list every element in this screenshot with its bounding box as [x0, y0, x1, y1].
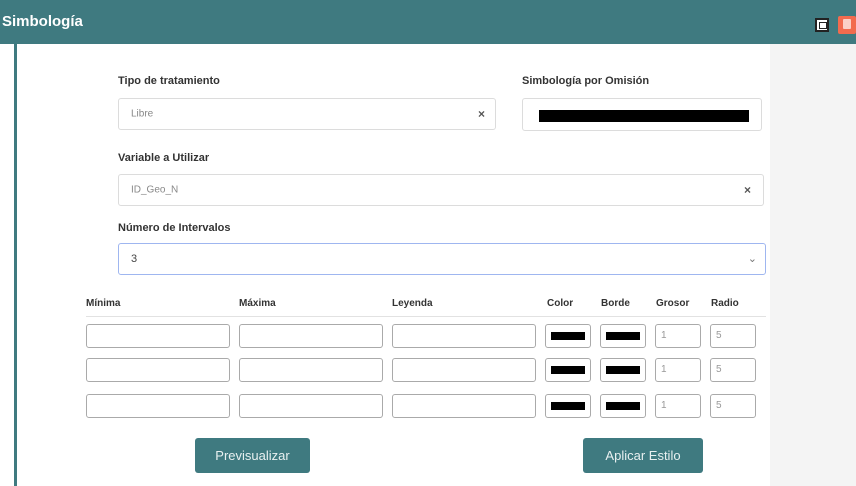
col-header-borde: Borde: [601, 298, 630, 309]
row-3-color-swatch: [551, 402, 585, 410]
variable-label: Variable a Utilizar: [118, 152, 210, 164]
preview-button[interactable]: Previsualizar: [195, 438, 310, 473]
row-3-radio-input[interactable]: 5: [710, 394, 756, 418]
row-3-leyenda-input[interactable]: [392, 394, 536, 418]
chevron-down-icon: ⌄: [747, 253, 757, 265]
title-bar[interactable]: Simbología: [0, 0, 856, 44]
row-1-color-picker[interactable]: [545, 324, 591, 348]
row-2-radio-input[interactable]: 5: [710, 358, 756, 382]
row-1-borde-picker[interactable]: [600, 324, 646, 348]
default-symbol-color: [539, 110, 749, 122]
variable-value: ID_Geo_N: [131, 184, 179, 196]
right-panel-shade: [770, 44, 856, 486]
clear-variable-icon[interactable]: ×: [744, 183, 751, 197]
row-1-leyenda-input[interactable]: [392, 324, 536, 348]
row-3-borde-picker[interactable]: [600, 394, 646, 418]
col-header-radio: Radio: [711, 298, 739, 309]
table-header-divider: [86, 316, 766, 317]
row-1-radio-input[interactable]: 5: [710, 324, 756, 348]
variable-select[interactable]: ID_Geo_N ×: [118, 174, 764, 206]
row-3-grosor-value: 1: [661, 400, 667, 411]
row-2-grosor-input[interactable]: 1: [655, 358, 701, 382]
intervalos-select[interactable]: 3 ⌄: [118, 243, 766, 275]
row-2-borde-picker[interactable]: [600, 358, 646, 382]
row-2-color-picker[interactable]: [545, 358, 591, 382]
tipo-tratamiento-value: Libre: [131, 108, 154, 120]
dialog-title: Simbología: [2, 13, 83, 30]
tipo-tratamiento-select[interactable]: Libre ×: [118, 98, 496, 130]
restore-window-icon[interactable]: [815, 18, 829, 32]
row-3-radio-value: 5: [716, 400, 722, 411]
col-header-color: Color: [547, 298, 574, 309]
col-header-grosor: Grosor: [656, 298, 690, 309]
row-1-radio-value: 5: [716, 330, 722, 341]
left-border: [14, 44, 17, 486]
row-1-minima-input[interactable]: [86, 324, 230, 348]
row-2-color-swatch: [551, 366, 585, 374]
col-header-leyenda: Leyenda: [392, 298, 433, 309]
row-2-borde-swatch: [606, 366, 640, 374]
intervalos-label: Número de Intervalos: [118, 222, 231, 234]
row-1-grosor-value: 1: [661, 330, 667, 341]
row-1-maxima-input[interactable]: [239, 324, 383, 348]
row-1-borde-swatch: [606, 332, 640, 340]
symbology-dialog: Simbología Tipo de tratamiento Libre × S…: [0, 0, 856, 486]
close-window-icon[interactable]: [838, 16, 856, 34]
tipo-tratamiento-label: Tipo de tratamiento: [118, 75, 220, 87]
col-header-maxima: Máxima: [239, 298, 276, 309]
row-2-radio-value: 5: [716, 364, 722, 375]
row-2-grosor-value: 1: [661, 364, 667, 375]
clear-tipo-icon[interactable]: ×: [478, 107, 485, 121]
row-2-leyenda-input[interactable]: [392, 358, 536, 382]
row-1-color-swatch: [551, 332, 585, 340]
row-3-color-picker[interactable]: [545, 394, 591, 418]
col-header-minima: Mínima: [86, 298, 121, 309]
row-2-minima-input[interactable]: [86, 358, 230, 382]
row-1-grosor-input[interactable]: 1: [655, 324, 701, 348]
row-3-borde-swatch: [606, 402, 640, 410]
apply-style-button[interactable]: Aplicar Estilo: [583, 438, 703, 473]
row-3-minima-input[interactable]: [86, 394, 230, 418]
default-symbol-swatch[interactable]: [522, 98, 762, 131]
row-2-maxima-input[interactable]: [239, 358, 383, 382]
intervalos-value: 3: [131, 253, 138, 265]
row-3-maxima-input[interactable]: [239, 394, 383, 418]
simbologia-omision-label: Simbología por Omisión: [522, 75, 650, 87]
row-3-grosor-input[interactable]: 1: [655, 394, 701, 418]
